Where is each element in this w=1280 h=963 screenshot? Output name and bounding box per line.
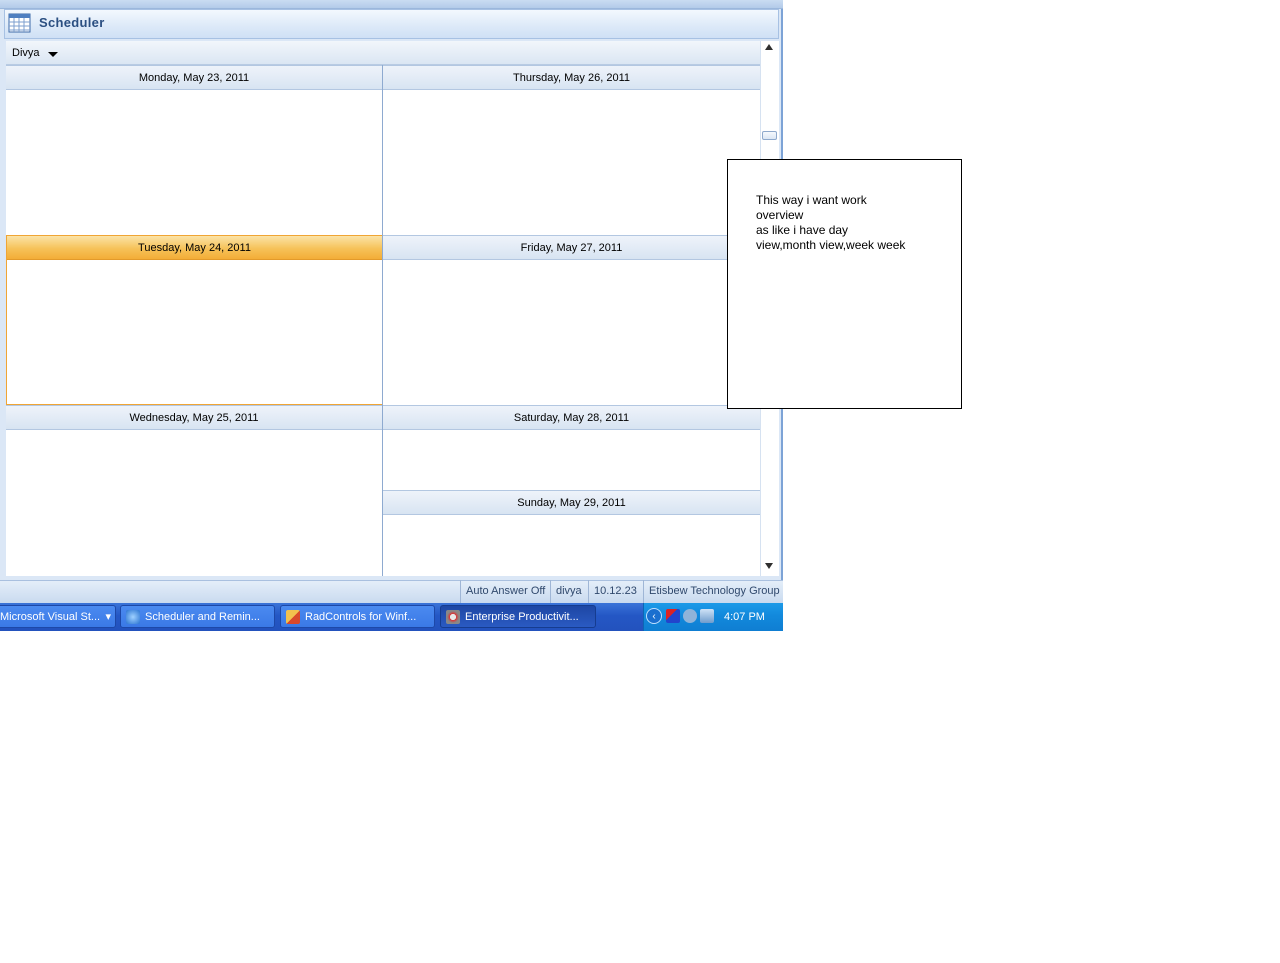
chevron-left-icon[interactable]: ‹ — [646, 608, 662, 624]
status-company: Etisbew Technology Group — [643, 580, 785, 603]
day-header-sunday[interactable]: Sunday, May 29, 2011 — [383, 490, 760, 515]
day-cell-thursday[interactable] — [383, 90, 760, 235]
day-cell-sunday[interactable] — [383, 515, 760, 576]
status-auto-answer: Auto Answer Off — [460, 580, 550, 603]
resource-header — [6, 41, 760, 65]
day-header-saturday[interactable]: Saturday, May 28, 2011 — [383, 405, 760, 430]
network-icon[interactable] — [700, 609, 714, 623]
scroll-up-icon[interactable] — [765, 44, 773, 50]
day-cell-wednesday[interactable] — [6, 430, 382, 576]
taskbar-item-label: Enterprise Productivit... — [465, 611, 579, 623]
taskbar-item-visual-studio[interactable]: Microsoft Visual St... ▾ — [0, 605, 116, 628]
status-version: 10.12.23 — [588, 580, 642, 603]
day-cell-friday[interactable] — [383, 260, 760, 405]
day-header-wednesday[interactable]: Wednesday, May 25, 2011 — [6, 405, 382, 430]
chevron-down-icon[interactable]: ▾ — [105, 606, 111, 627]
browser-icon — [126, 610, 140, 625]
taskbar-item-label: Microsoft Visual St... — [0, 611, 101, 623]
taskbar-item-enterprise[interactable]: Enterprise Productivit... — [440, 605, 596, 628]
app-icon — [446, 610, 460, 625]
antivirus-icon[interactable] — [666, 609, 680, 623]
chevron-down-icon[interactable] — [48, 52, 58, 57]
day-cell-monday[interactable] — [6, 90, 382, 235]
resource-dropdown[interactable]: Divya — [12, 47, 40, 59]
day-header-thursday[interactable]: Thursday, May 26, 2011 — [383, 65, 760, 90]
app-icon — [286, 610, 300, 625]
annotation-text: This way i want work overview as like i … — [756, 193, 906, 252]
day-header-friday[interactable]: Friday, May 27, 2011 — [383, 235, 760, 260]
taskbar-item-radcontrols[interactable]: RadControls for Winf... — [280, 605, 435, 628]
taskbar-item-label: Scheduler and Remin... — [145, 611, 260, 623]
status-user: divya — [550, 580, 587, 603]
scroll-thumb[interactable] — [762, 131, 777, 140]
column-divider — [382, 65, 383, 576]
title-bar — [4, 9, 779, 39]
messenger-icon[interactable] — [683, 609, 697, 623]
scroll-down-icon[interactable] — [765, 563, 773, 569]
window-title: Scheduler — [39, 15, 105, 30]
day-cell-saturday[interactable] — [383, 430, 760, 490]
today-highlight — [6, 235, 383, 405]
calendar-icon — [8, 12, 32, 34]
window-top-strip — [0, 0, 783, 9]
taskbar-item-scheduler[interactable]: Scheduler and Remin... — [120, 605, 275, 628]
day-header-monday[interactable]: Monday, May 23, 2011 — [6, 65, 382, 90]
taskbar-item-label: RadControls for Winf... — [305, 611, 417, 623]
clock[interactable]: 4:07 PM — [724, 603, 765, 631]
